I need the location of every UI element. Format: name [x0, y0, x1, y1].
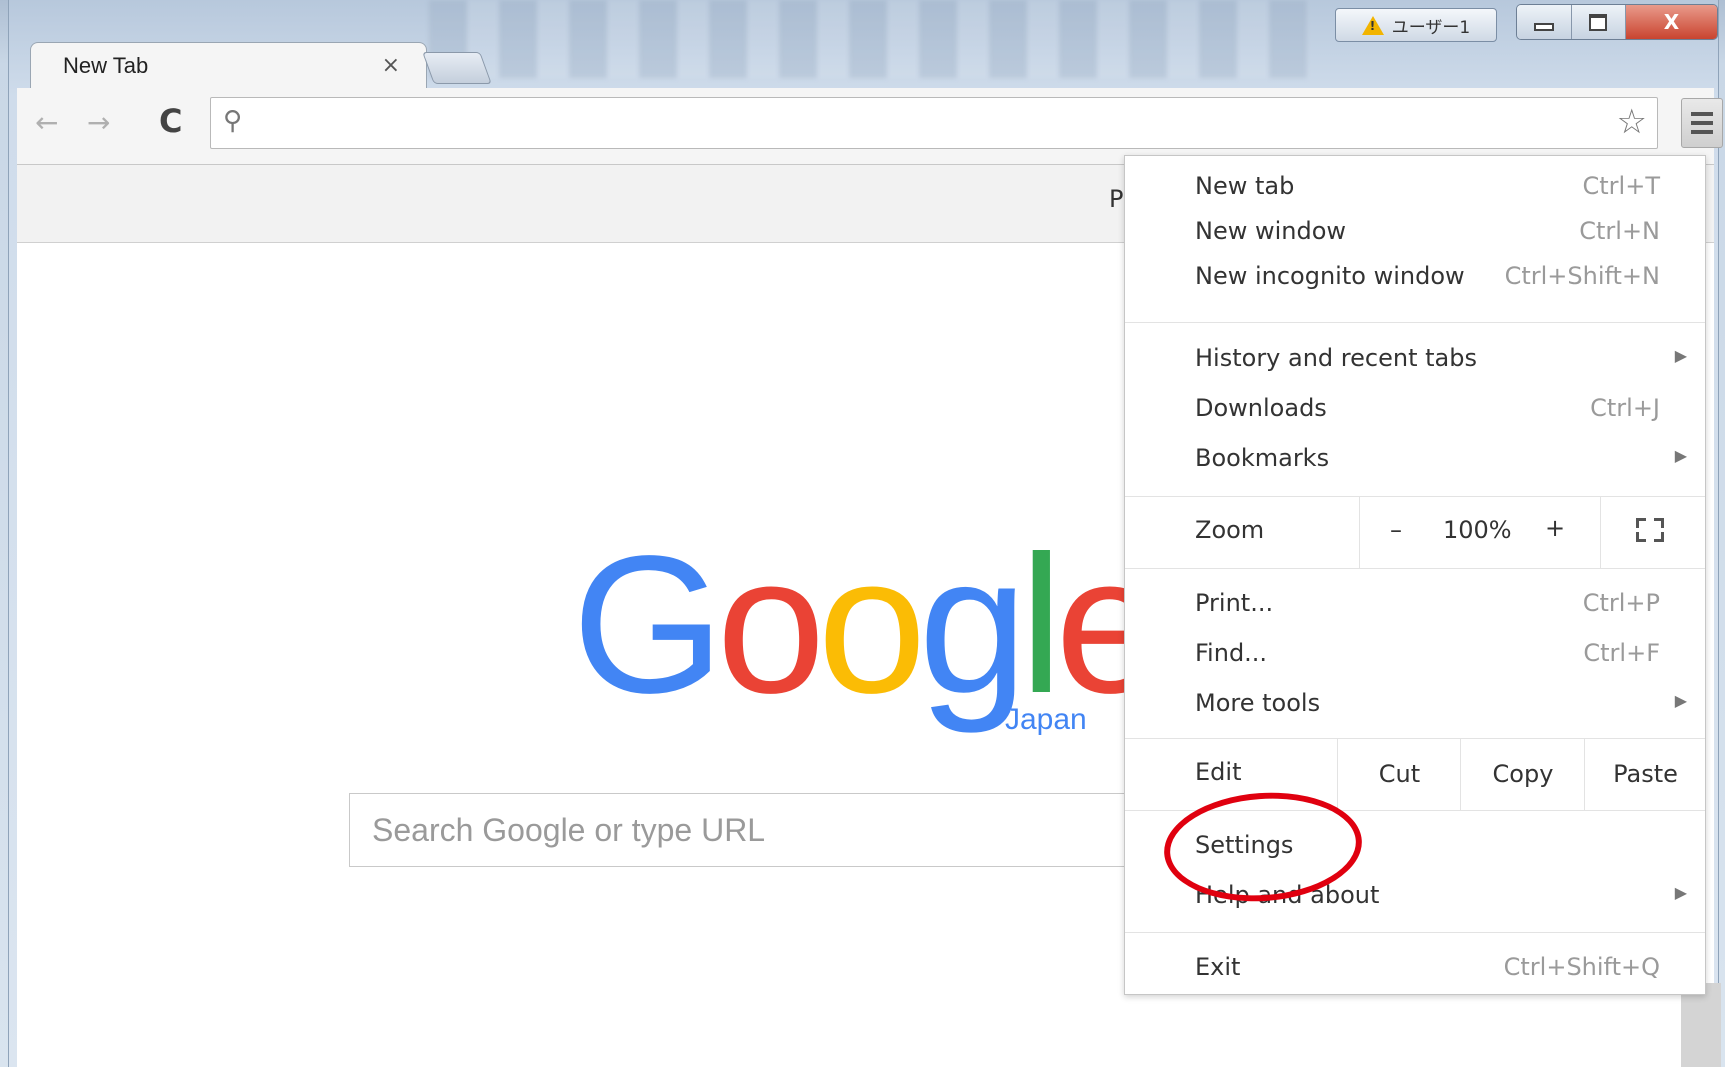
submenu-arrow-icon: ▶ — [1674, 446, 1687, 465]
menu-item-label: New incognito window — [1195, 262, 1465, 290]
menu-bar-icon — [1691, 130, 1713, 134]
zoom-level: 100% — [1443, 516, 1512, 544]
search-icon: ⚲ — [223, 106, 243, 136]
menu-item-bookmarks[interactable]: Bookmarks ▶ — [1125, 434, 1705, 484]
omnibox[interactable]: ⚲ ☆ — [210, 97, 1658, 149]
bookmark-star-icon[interactable]: ☆ — [1617, 102, 1647, 142]
menu-item-label: Find... — [1195, 639, 1268, 667]
paste-label: Paste — [1613, 760, 1678, 788]
menu-item-shortcut: Ctrl+P — [1582, 589, 1660, 617]
tab-title: New Tab — [63, 53, 149, 78]
zoom-out-button[interactable]: – — [1390, 516, 1402, 544]
toolbar: ← → C ⚲ ☆ — [17, 88, 1723, 165]
menu-zoom-row: Zoom – 100% + — [1125, 496, 1705, 568]
close-icon: X — [1663, 10, 1680, 34]
menu-item-shortcut: Ctrl+Shift+N — [1504, 262, 1660, 290]
minimize-button[interactable] — [1517, 5, 1572, 39]
logo-region-label: Japan — [1005, 703, 1087, 736]
search-box[interactable] — [349, 793, 1151, 867]
menu-item-print[interactable]: Print... Ctrl+P — [1125, 579, 1705, 629]
cut-label: Cut — [1378, 760, 1421, 788]
cut-button[interactable]: Cut — [1337, 738, 1461, 810]
menu-separator — [1125, 322, 1705, 323]
reload-icon[interactable]: C — [159, 102, 182, 140]
bookmark-bar-partial-text: P — [1109, 185, 1124, 213]
logo-letter: o — [716, 515, 825, 734]
menu-item-new-incognito-window[interactable]: New incognito window Ctrl+Shift+N — [1125, 252, 1705, 302]
menu-item-downloads[interactable]: Downloads Ctrl+J — [1125, 384, 1705, 434]
fullscreen-icon — [1636, 518, 1664, 542]
menu-item-label: Exit — [1195, 953, 1241, 981]
menu-bar-icon — [1691, 112, 1713, 116]
menu-item-history[interactable]: History and recent tabs ▶ — [1125, 334, 1705, 384]
menu-separator — [1125, 568, 1705, 569]
fullscreen-button[interactable] — [1600, 496, 1706, 568]
submenu-arrow-icon: ▶ — [1674, 883, 1687, 902]
submenu-arrow-icon: ▶ — [1674, 346, 1687, 365]
logo-letter: g — [918, 515, 1028, 734]
logo-letter: G — [572, 515, 724, 734]
menu-item-label: Downloads — [1195, 394, 1327, 422]
copy-label: Copy — [1492, 760, 1554, 788]
paste-button[interactable]: Paste — [1584, 738, 1706, 810]
profile-label: ユーザー1 — [1391, 17, 1471, 38]
edit-label: Edit — [1195, 758, 1242, 786]
menu-separator — [1125, 932, 1705, 933]
menu-item-new-tab[interactable]: New tab Ctrl+T — [1125, 162, 1705, 212]
menu-edit-row: Edit Cut Copy Paste — [1125, 738, 1705, 810]
zoom-label: Zoom — [1195, 516, 1265, 544]
zoom-in-button[interactable]: + — [1545, 514, 1565, 542]
menu-item-shortcut: Ctrl+J — [1590, 394, 1660, 422]
copy-button[interactable]: Copy — [1460, 738, 1585, 810]
tab-close-icon[interactable]: × — [382, 53, 400, 78]
menu-item-label: Print... — [1195, 589, 1274, 617]
menu-item-more-tools[interactable]: More tools ▶ — [1125, 679, 1705, 729]
menu-item-new-window[interactable]: New window Ctrl+N — [1125, 207, 1705, 257]
menu-item-find[interactable]: Find... Ctrl+F — [1125, 629, 1705, 679]
menu-item-label: New tab — [1195, 172, 1295, 200]
scrollbar[interactable] — [1681, 983, 1721, 1067]
menu-item-label: History and recent tabs — [1195, 344, 1477, 372]
logo-letter: l — [1019, 515, 1063, 734]
menu-item-label: Bookmarks — [1195, 444, 1330, 472]
maximize-button[interactable] — [1571, 5, 1627, 39]
menu-item-exit[interactable]: Exit Ctrl+Shift+Q — [1125, 943, 1705, 993]
forward-icon[interactable]: → — [87, 106, 110, 139]
submenu-arrow-icon: ▶ — [1674, 691, 1687, 710]
search-input[interactable] — [370, 794, 1134, 866]
menu-item-shortcut: Ctrl+N — [1579, 217, 1660, 245]
menu-item-label: More tools — [1195, 689, 1321, 717]
menu-item-shortcut: Ctrl+Shift+Q — [1503, 953, 1660, 981]
google-logo: Google — [572, 527, 1164, 723]
profile-button[interactable]: ユーザー1 — [1335, 8, 1497, 42]
warning-icon — [1361, 15, 1384, 35]
menu-item-label: New window — [1195, 217, 1347, 245]
close-window-button[interactable]: X — [1626, 5, 1717, 39]
back-icon[interactable]: ← — [35, 106, 58, 139]
logo-letter: o — [817, 515, 926, 734]
menu-item-shortcut: Ctrl+F — [1583, 639, 1660, 667]
titlebar-background — [429, 0, 1309, 78]
maximize-icon — [1589, 13, 1608, 31]
window-controls: X — [1516, 4, 1718, 40]
new-tab-button[interactable] — [422, 52, 492, 84]
minimize-icon — [1533, 23, 1554, 31]
menu-item-shortcut: Ctrl+T — [1582, 172, 1660, 200]
menu-bar-icon — [1691, 121, 1713, 125]
tab-new-tab[interactable]: New Tab × — [30, 42, 427, 89]
chrome-menu-button[interactable] — [1681, 98, 1723, 148]
